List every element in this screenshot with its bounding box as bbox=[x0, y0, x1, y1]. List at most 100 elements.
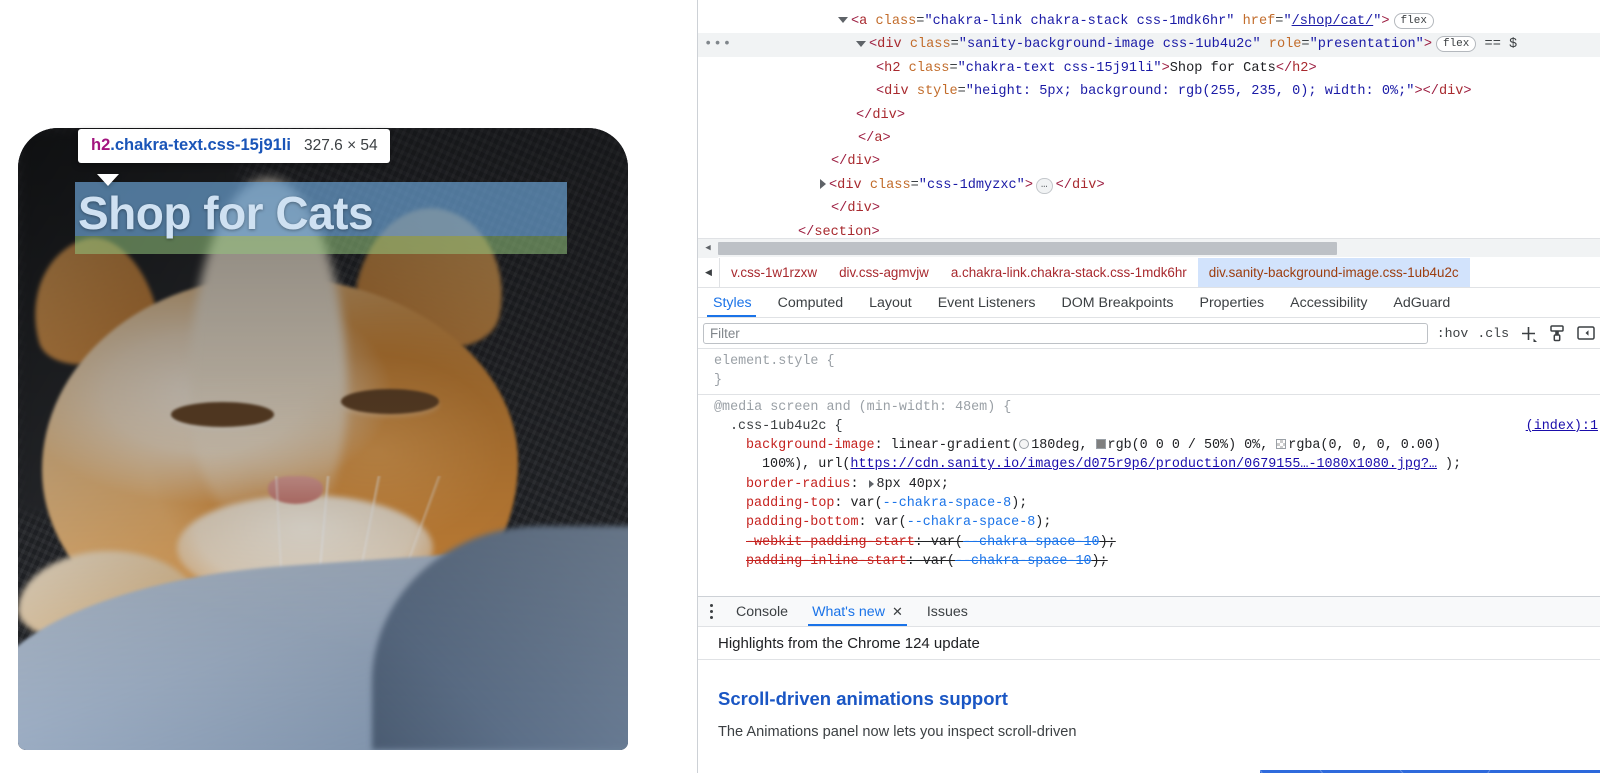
styles-filter-input[interactable]: Filter bbox=[703, 322, 1428, 344]
dom-token: > bbox=[896, 107, 905, 123]
flex-badge[interactable]: flex bbox=[1435, 36, 1477, 53]
dom-token: == $ bbox=[1476, 37, 1518, 53]
paintbrush-icon[interactable] bbox=[1547, 324, 1567, 342]
dom-token: section bbox=[814, 224, 872, 238]
dom-row[interactable]: </div> bbox=[698, 197, 1600, 220]
sidebar-panel-tabs[interactable]: Styles Computed Layout Event Listeners DOM B… bbox=[698, 288, 1600, 318]
drawer-tab-issues[interactable]: Issues bbox=[915, 597, 980, 626]
dom-token: < bbox=[876, 84, 885, 100]
color-swatch-black50[interactable] bbox=[1095, 439, 1106, 450]
declaration-padding-bottom[interactable]: padding-bottom: var(--chakra-space-8); bbox=[702, 513, 1600, 532]
chevron-left-icon[interactable]: ◀ bbox=[698, 258, 720, 287]
tab-dom-breakpoints[interactable]: DOM Breakpoints bbox=[1049, 288, 1187, 317]
dom-token: </ bbox=[1275, 60, 1293, 76]
dom-token[interactable]: /shop/cat/ bbox=[1292, 14, 1374, 29]
scrollbar-thumb[interactable] bbox=[718, 242, 1337, 255]
tab-computed[interactable]: Computed bbox=[765, 288, 856, 317]
declaration-padding-top[interactable]: padding-top: var(--chakra-space-8); bbox=[702, 494, 1600, 513]
dom-row[interactable]: </div> bbox=[698, 104, 1600, 127]
elements-dom-tree[interactable]: <a class="chakra-link chakra-stack css-1… bbox=[698, 0, 1600, 238]
tab-layout[interactable]: Layout bbox=[856, 288, 925, 317]
tab-adguard[interactable]: AdGuard bbox=[1380, 288, 1463, 317]
force-state-toggle[interactable]: :hov bbox=[1437, 326, 1469, 341]
devtools-panel: <a class="chakra-link chakra-stack css-1… bbox=[697, 0, 1600, 773]
drawer-tab-console[interactable]: Console bbox=[724, 597, 800, 626]
drawer-tabs[interactable]: Console What's new ✕ Issues bbox=[698, 597, 1600, 627]
dom-token: h2 bbox=[884, 60, 909, 76]
dom-row[interactable]: ••• <div class="sanity-background-image c… bbox=[698, 33, 1600, 57]
styles-filter-bar[interactable]: Filter :hov .cls bbox=[698, 318, 1600, 349]
plus-icon[interactable] bbox=[1518, 324, 1538, 343]
dom-token: = bbox=[949, 60, 958, 76]
inspector-tooltip-selector: h2.chakra-text.css-15j91li bbox=[91, 136, 291, 155]
declaration-property[interactable]: padding-inline-start bbox=[746, 554, 907, 569]
element-style-rule[interactable]: element.style { } bbox=[698, 349, 1600, 394]
declaration-property[interactable]: background-image bbox=[746, 438, 875, 453]
inspector-tooltip-classes: .chakra-text.css-15j91li bbox=[110, 136, 291, 154]
declaration-property[interactable]: padding-top bbox=[746, 496, 834, 511]
declaration-padding-inline-start[interactable]: padding-inline-start: var(--chakra-space… bbox=[702, 552, 1600, 571]
close-icon[interactable]: ✕ bbox=[892, 604, 903, 620]
toggle-sidebar-icon[interactable] bbox=[1576, 324, 1596, 342]
expand-triangle-icon[interactable] bbox=[868, 479, 874, 488]
declaration-property[interactable]: -webkit-padding-start bbox=[746, 535, 915, 550]
breadcrumb-item-3[interactable]: div.sanity-background-image.css-1ub4u2c bbox=[1197, 258, 1470, 287]
dom-row[interactable]: </a> bbox=[698, 127, 1600, 150]
dom-row-ellipsis-icon[interactable]: ••• bbox=[704, 37, 732, 51]
dom-row[interactable]: </div> bbox=[698, 150, 1600, 173]
flex-badge[interactable]: flex bbox=[1393, 13, 1434, 29]
background-image-url[interactable]: https://cdn.sanity.io/images/d075r9p6/pr… bbox=[850, 457, 1437, 472]
kebab-menu-icon[interactable] bbox=[698, 597, 724, 626]
chevron-right-icon[interactable] bbox=[820, 179, 826, 190]
dom-row[interactable]: <h2 class="chakra-text css-15j91li">Shop… bbox=[698, 57, 1600, 80]
breadcrumb-item-2[interactable]: a.chakra-link.chakra-stack.css-1mdk6hr bbox=[940, 258, 1198, 287]
dom-token: a bbox=[874, 130, 883, 146]
breadcrumb[interactable]: ◀ v.css-1w1rzxw div.css-agmvjw a.chakra-li… bbox=[698, 258, 1600, 288]
media-query-text: @media screen and (min-width: 48em) { bbox=[714, 399, 1012, 415]
declaration-property[interactable]: border-radius bbox=[746, 477, 850, 492]
declaration-border-radius[interactable]: border-radius: 8px 40px; bbox=[702, 475, 1600, 494]
dom-token: a bbox=[859, 14, 876, 29]
element-style-open: element.style { bbox=[714, 354, 835, 369]
dom-token: > bbox=[871, 201, 880, 217]
dom-token: </ bbox=[831, 154, 848, 170]
drawer-tab-label: Issues bbox=[926, 603, 968, 620]
declaration-webkit-padding-start[interactable]: -webkit-padding-start: var(--chakra-spac… bbox=[702, 533, 1600, 552]
declaration-property[interactable]: padding-bottom bbox=[746, 515, 859, 530]
rule-selector[interactable]: .css-1ub4u2c { bbox=[730, 419, 843, 434]
drawer-tab-label: What's new bbox=[812, 603, 885, 620]
scroll-left-arrow-icon[interactable]: ◀ bbox=[698, 238, 718, 258]
media-rule[interactable]: @media screen and (min-width: 48em) { (i… bbox=[698, 393, 1600, 575]
breadcrumb-item-1[interactable]: div.css-agmvjw bbox=[828, 258, 940, 287]
dom-token: = bbox=[910, 177, 919, 193]
dom-tree-horizontal-scrollbar[interactable]: ◀ bbox=[698, 238, 1600, 258]
color-swatch-angle[interactable] bbox=[1019, 439, 1030, 450]
dom-row[interactable]: <div style="height: 5px; background: rgb… bbox=[698, 80, 1600, 103]
tab-properties[interactable]: Properties bbox=[1186, 288, 1277, 317]
dom-row[interactable]: <div class="css-1dmyzxc">… </div> bbox=[698, 174, 1600, 197]
color-swatch-transparent[interactable] bbox=[1276, 439, 1287, 450]
rule-selector-row: (index):1 .css-1ub4u2c { bbox=[702, 417, 1600, 436]
collapsed-children-icon[interactable]: … bbox=[1036, 177, 1053, 194]
declaration-background-image[interactable]: background-image: linear-gradient(180deg… bbox=[702, 436, 1600, 455]
dom-row[interactable]: </section> bbox=[698, 221, 1600, 238]
media-query-header: @media screen and (min-width: 48em) { bbox=[702, 398, 1600, 417]
tab-accessibility[interactable]: Accessibility bbox=[1277, 288, 1380, 317]
whats-new-article-title[interactable]: Scroll-driven animations support bbox=[718, 688, 1600, 710]
dom-token: > bbox=[1308, 60, 1317, 76]
tab-event-listeners[interactable]: Event Listeners bbox=[925, 288, 1049, 317]
chevron-down-icon[interactable] bbox=[856, 40, 866, 47]
chevron-down-icon[interactable] bbox=[838, 17, 848, 24]
breadcrumb-item-0[interactable]: v.css-1w1rzxw bbox=[720, 258, 828, 287]
style-origin-link[interactable]: (index):1 bbox=[1526, 417, 1598, 436]
page-viewport: Shop for Cats h2.chakra-text.css-15j91li… bbox=[0, 0, 697, 773]
tab-styles[interactable]: Styles bbox=[698, 288, 765, 317]
drawer-tab-what-s-new[interactable]: What's new ✕ bbox=[800, 597, 915, 626]
styles-pane[interactable]: element.style { } @media screen and (min… bbox=[698, 349, 1600, 596]
element-classes-toggle[interactable]: .cls bbox=[1477, 326, 1509, 341]
dom-token: div bbox=[847, 201, 872, 217]
dom-row[interactable] bbox=[698, 0, 1600, 10]
dom-token: > bbox=[1096, 177, 1105, 193]
dom-row[interactable]: <a class="chakra-link chakra-stack css-1… bbox=[698, 10, 1600, 33]
declaration-value[interactable]: 8px 40px; bbox=[877, 477, 949, 492]
